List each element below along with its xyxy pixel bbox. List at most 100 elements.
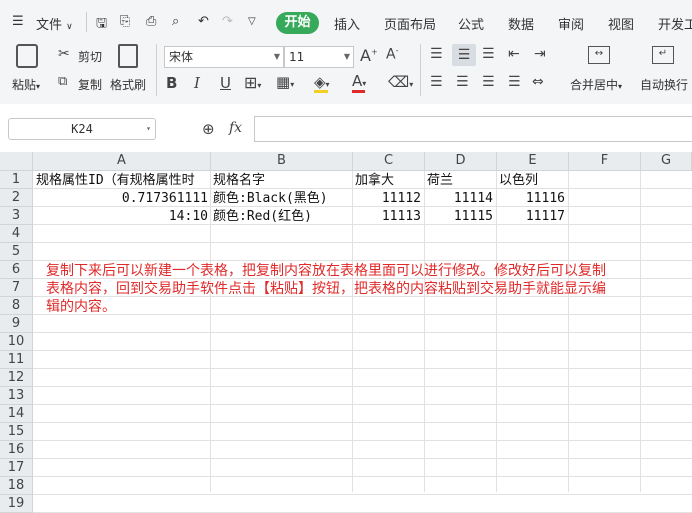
row-header[interactable]: 14	[0, 405, 33, 423]
decrease-indent-icon[interactable]: ⇤	[508, 46, 520, 62]
column-header-b[interactable]: B	[211, 152, 353, 171]
merge-center-button[interactable]: 合并居中▾	[570, 76, 622, 93]
cell-c1[interactable]: 加拿大	[355, 172, 423, 190]
row-header[interactable]: 9	[0, 315, 33, 333]
cell-c2[interactable]: 11112	[355, 190, 421, 208]
row-header[interactable]: 10	[0, 333, 33, 351]
tab-home[interactable]: 开始	[276, 12, 319, 34]
row-header[interactable]: 7	[0, 279, 33, 297]
cell-b2[interactable]: 颜色:Black(黑色)	[213, 190, 351, 208]
cut-button[interactable]: 剪切	[78, 48, 102, 65]
redo-icon[interactable]: ↷	[222, 14, 233, 29]
font-size-value: 11	[289, 50, 305, 64]
row-header[interactable]: 4	[0, 225, 33, 243]
cell-d1[interactable]: 荷兰	[427, 172, 495, 190]
tab-page-layout[interactable]: 页面布局	[384, 14, 436, 33]
justify-icon[interactable]: ☰	[508, 74, 521, 90]
align-left-icon[interactable]: ☰	[430, 74, 443, 90]
column-header-d[interactable]: D	[425, 152, 497, 171]
decrease-font-icon[interactable]: A-	[386, 46, 398, 63]
font-size-select[interactable]: 11 ▼	[284, 46, 354, 68]
row-header[interactable]: 17	[0, 459, 33, 477]
fill-color-icon[interactable]: ◈▾	[314, 73, 330, 91]
column-header-f[interactable]: F	[569, 152, 641, 171]
font-name-select[interactable]: 宋体 ▼	[164, 46, 284, 68]
clipboard-icon[interactable]	[16, 44, 38, 68]
tab-formulas[interactable]: 公式	[458, 14, 484, 33]
cell-d2[interactable]: 11114	[427, 190, 493, 208]
hamburger-menu-icon[interactable]: ☰	[12, 14, 24, 29]
file-menu-label: 文件	[36, 18, 63, 33]
wrap-text-button[interactable]: 自动换行	[640, 76, 688, 93]
select-all-corner[interactable]	[0, 152, 33, 171]
border-icon[interactable]: ⊞▾	[244, 73, 261, 92]
font-color-icon[interactable]: A▾	[352, 72, 366, 90]
underline-icon[interactable]: U	[220, 74, 231, 92]
distributed-align-icon[interactable]: ⇔	[532, 74, 544, 90]
row-header[interactable]: 2	[0, 189, 33, 207]
tab-view[interactable]: 视图	[608, 14, 634, 33]
row-header[interactable]: 18	[0, 477, 33, 495]
copy-button[interactable]: 复制	[78, 76, 102, 93]
customize-toolbar-icon[interactable]: ▽	[248, 16, 256, 27]
cell-b1[interactable]: 规格名字	[213, 172, 351, 190]
formula-input[interactable]	[254, 116, 692, 142]
print-icon[interactable]: ⎙	[146, 14, 156, 29]
cell-d3[interactable]: 11115	[427, 208, 493, 226]
scissors-icon: ✂	[58, 46, 70, 62]
save-icon[interactable]: 🖫	[96, 14, 107, 36]
tab-review[interactable]: 审阅	[558, 14, 584, 33]
column-header-e[interactable]: E	[497, 152, 569, 171]
column-header-g[interactable]: G	[641, 152, 692, 171]
chevron-down-icon: ▾	[36, 82, 41, 91]
gridline	[33, 314, 692, 315]
name-box[interactable]: K24 ▾	[8, 118, 156, 140]
row-header[interactable]: 1	[0, 171, 33, 189]
file-menu[interactable]: 文件 ∨	[36, 14, 73, 33]
fx-icon[interactable]: fx	[229, 120, 242, 136]
cell-e1[interactable]: 以色列	[499, 172, 567, 190]
align-top-icon[interactable]: ☰	[430, 46, 443, 62]
export-pdf-icon[interactable]: ⎘	[120, 14, 130, 29]
italic-icon[interactable]: I	[194, 74, 200, 92]
row-header[interactable]: 13	[0, 387, 33, 405]
align-middle-icon[interactable]: ☰	[452, 44, 476, 66]
row-header[interactable]: 5	[0, 243, 33, 261]
undo-icon[interactable]: ↶	[198, 14, 209, 29]
eraser-icon[interactable]: ⌫▾	[388, 73, 413, 91]
tab-developer[interactable]: 开发工	[658, 14, 692, 33]
align-bottom-icon[interactable]: ☰	[482, 46, 495, 62]
cell-a2[interactable]: 0.717361111	[36, 190, 208, 208]
cell-style-icon[interactable]: ▦▾	[276, 73, 294, 91]
paste-button[interactable]: 粘贴▾	[12, 76, 40, 93]
paste-label: 粘贴	[12, 78, 37, 92]
spreadsheet-grid: A B C D E F G 1 2 3 4 5 6 7 8 9 10 11 12 13 14 15 16 17 1…	[0, 152, 692, 513]
column-header-a[interactable]: A	[33, 152, 211, 171]
cell-e3[interactable]: 11117	[499, 208, 565, 226]
row-header[interactable]: 8	[0, 297, 33, 315]
row-header[interactable]: 11	[0, 351, 33, 369]
cell-c3[interactable]: 11113	[355, 208, 421, 226]
row-header[interactable]: 6	[0, 261, 33, 279]
cell-a1[interactable]: 规格属性ID（有规格属性时	[36, 172, 210, 190]
zoom-search-icon[interactable]: ⊕	[202, 120, 215, 138]
tab-data[interactable]: 数据	[508, 14, 534, 33]
row-header[interactable]: 12	[0, 369, 33, 387]
increase-font-icon[interactable]: A+	[360, 46, 378, 65]
row-header[interactable]: 3	[0, 207, 33, 225]
print-preview-icon[interactable]: ⌕	[172, 14, 179, 29]
divider	[86, 12, 87, 32]
tab-insert[interactable]: 插入	[334, 14, 360, 33]
cell-e2[interactable]: 11116	[499, 190, 565, 208]
cell-a3[interactable]: 14:10	[36, 208, 208, 226]
row-header[interactable]: 16	[0, 441, 33, 459]
cell-b3[interactable]: 颜色:Red(红色)	[213, 208, 351, 226]
row-header[interactable]: 19	[0, 495, 33, 513]
increase-indent-icon[interactable]: ⇥	[534, 46, 546, 62]
row-header[interactable]: 15	[0, 423, 33, 441]
align-center-icon[interactable]: ☰	[456, 74, 469, 90]
column-header-c[interactable]: C	[353, 152, 425, 171]
align-right-icon[interactable]: ☰	[482, 74, 495, 90]
bold-icon[interactable]: B	[166, 74, 177, 92]
format-painter-button[interactable]: 格式刷	[110, 76, 146, 93]
